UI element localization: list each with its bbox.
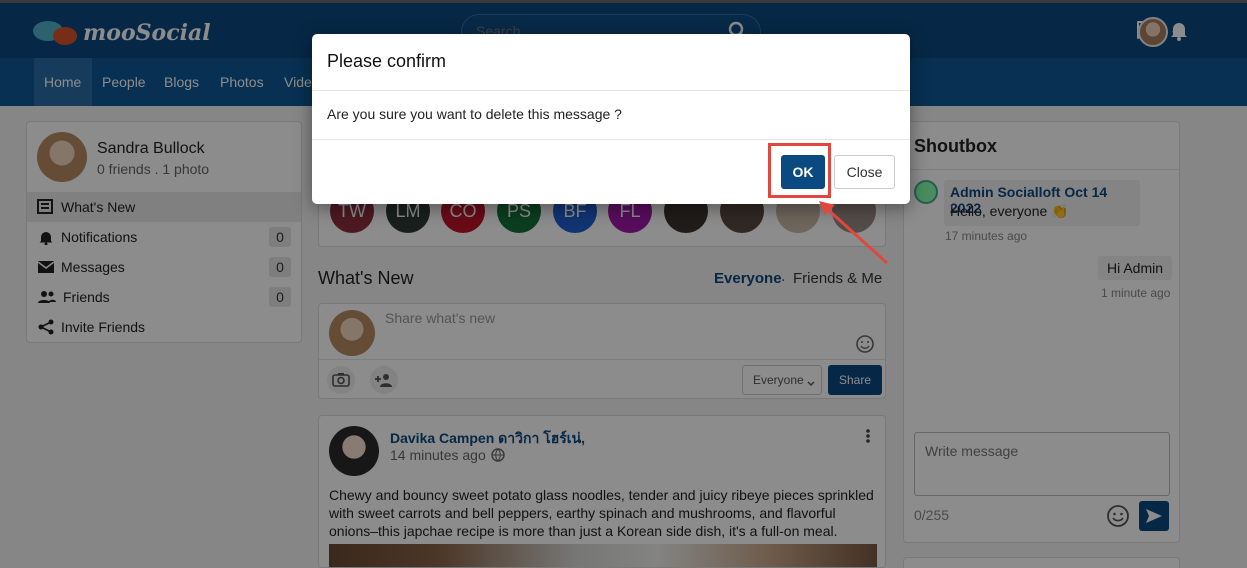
dialog-title: Please confirm	[327, 51, 447, 71]
ok-button[interactable]: OK	[781, 155, 825, 189]
dialog-divider	[312, 90, 910, 91]
confirm-dialog: Please confirm Are you sure you want to …	[312, 34, 910, 204]
close-button[interactable]: Close	[834, 155, 895, 189]
dialog-divider	[312, 139, 910, 140]
annotation-arrow-icon	[819, 201, 889, 265]
dialog-message: Are you sure you want to delete this mes…	[327, 106, 622, 122]
